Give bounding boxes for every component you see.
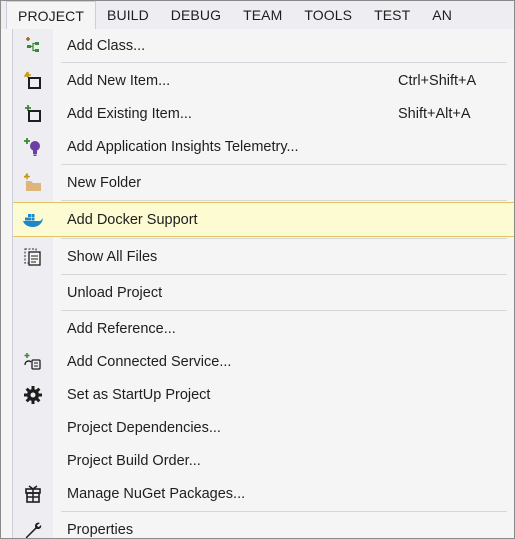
project-dropdown-menu: Add Class... Add New Item... Ctrl+Shift+… — [12, 29, 514, 539]
menu-item-label: Unload Project — [67, 284, 163, 301]
docker-icon — [22, 209, 44, 231]
menu-item-label: Properties — [67, 521, 134, 538]
menu-item-label: Add Docker Support — [67, 211, 198, 228]
menu-item-label: Add Reference... — [67, 320, 176, 337]
menu-team[interactable]: TEAM — [232, 1, 293, 29]
menu-item-label: Project Dependencies... — [67, 419, 221, 436]
menu-item-add-connected-service[interactable]: Add Connected Service... — [13, 345, 514, 378]
lightbulb-icon — [22, 136, 44, 158]
show-all-files-icon — [22, 246, 44, 268]
menu-item-manage-nuget[interactable]: Manage NuGet Packages... — [13, 477, 514, 510]
menu-item-project-dependencies[interactable]: Project Dependencies... — [13, 411, 514, 444]
menu-build[interactable]: BUILD — [96, 1, 160, 29]
menu-item-show-all-files[interactable]: Show All Files — [13, 240, 514, 273]
menu-item-shortcut: Ctrl+Shift+A — [398, 72, 477, 89]
menu-debug[interactable]: DEBUG — [160, 1, 232, 29]
add-existing-item-icon — [22, 103, 44, 125]
menu-item-label: Add Class... — [67, 37, 146, 54]
menu-separator — [61, 511, 507, 512]
menu-bar: PROJECT BUILD DEBUG TEAM TOOLS TEST AN — [1, 1, 514, 29]
menu-item-add-docker-support[interactable]: Add Docker Support — [13, 202, 514, 237]
menu-item-properties[interactable]: Properties — [13, 513, 514, 539]
menu-separator — [61, 164, 507, 165]
menu-project[interactable]: PROJECT — [6, 1, 97, 29]
menu-separator — [61, 62, 507, 63]
menu-item-label: New Folder — [67, 174, 142, 191]
menu-item-add-reference[interactable]: Add Reference... — [13, 312, 514, 345]
menu-separator — [61, 238, 507, 239]
menu-item-shortcut: Shift+Alt+A — [398, 105, 471, 122]
menu-test[interactable]: TEST — [363, 1, 421, 29]
menu-item-label: Set as StartUp Project — [67, 386, 211, 403]
add-class-icon — [22, 35, 44, 57]
menu-item-unload-project[interactable]: Unload Project — [13, 276, 514, 309]
menu-item-add-new-item[interactable]: Add New Item... Ctrl+Shift+A — [13, 64, 514, 97]
menu-item-label: Manage NuGet Packages... — [67, 485, 246, 502]
menu-tools[interactable]: TOOLS — [293, 1, 363, 29]
nuget-icon — [22, 483, 44, 505]
menu-item-label: Add Connected Service... — [67, 353, 232, 370]
wrench-icon — [22, 519, 44, 539]
add-new-item-icon — [22, 70, 44, 92]
menu-analyze[interactable]: AN — [421, 1, 463, 29]
window-frame: PROJECT BUILD DEBUG TEAM TOOLS TEST AN A… — [0, 0, 515, 539]
menu-item-label: Add New Item... — [67, 72, 171, 89]
menu-item-label: Project Build Order... — [67, 452, 201, 469]
menu-item-new-folder[interactable]: New Folder — [13, 166, 514, 199]
menu-separator — [61, 200, 507, 201]
menu-item-add-class[interactable]: Add Class... — [13, 29, 514, 62]
menu-item-label: Add Application Insights Telemetry... — [67, 138, 299, 155]
menu-separator — [61, 274, 507, 275]
menu-item-add-existing-item[interactable]: Add Existing Item... Shift+Alt+A — [13, 97, 514, 130]
menu-item-add-app-insights[interactable]: Add Application Insights Telemetry... — [13, 130, 514, 163]
menu-item-label: Add Existing Item... — [67, 105, 192, 122]
gear-icon — [22, 384, 44, 406]
menu-item-label: Show All Files — [67, 248, 158, 265]
new-folder-icon — [22, 172, 44, 194]
menu-separator — [61, 310, 507, 311]
connected-service-icon — [22, 351, 44, 373]
menu-item-project-build-order[interactable]: Project Build Order... — [13, 444, 514, 477]
menu-item-set-startup-project[interactable]: Set as StartUp Project — [13, 378, 514, 411]
